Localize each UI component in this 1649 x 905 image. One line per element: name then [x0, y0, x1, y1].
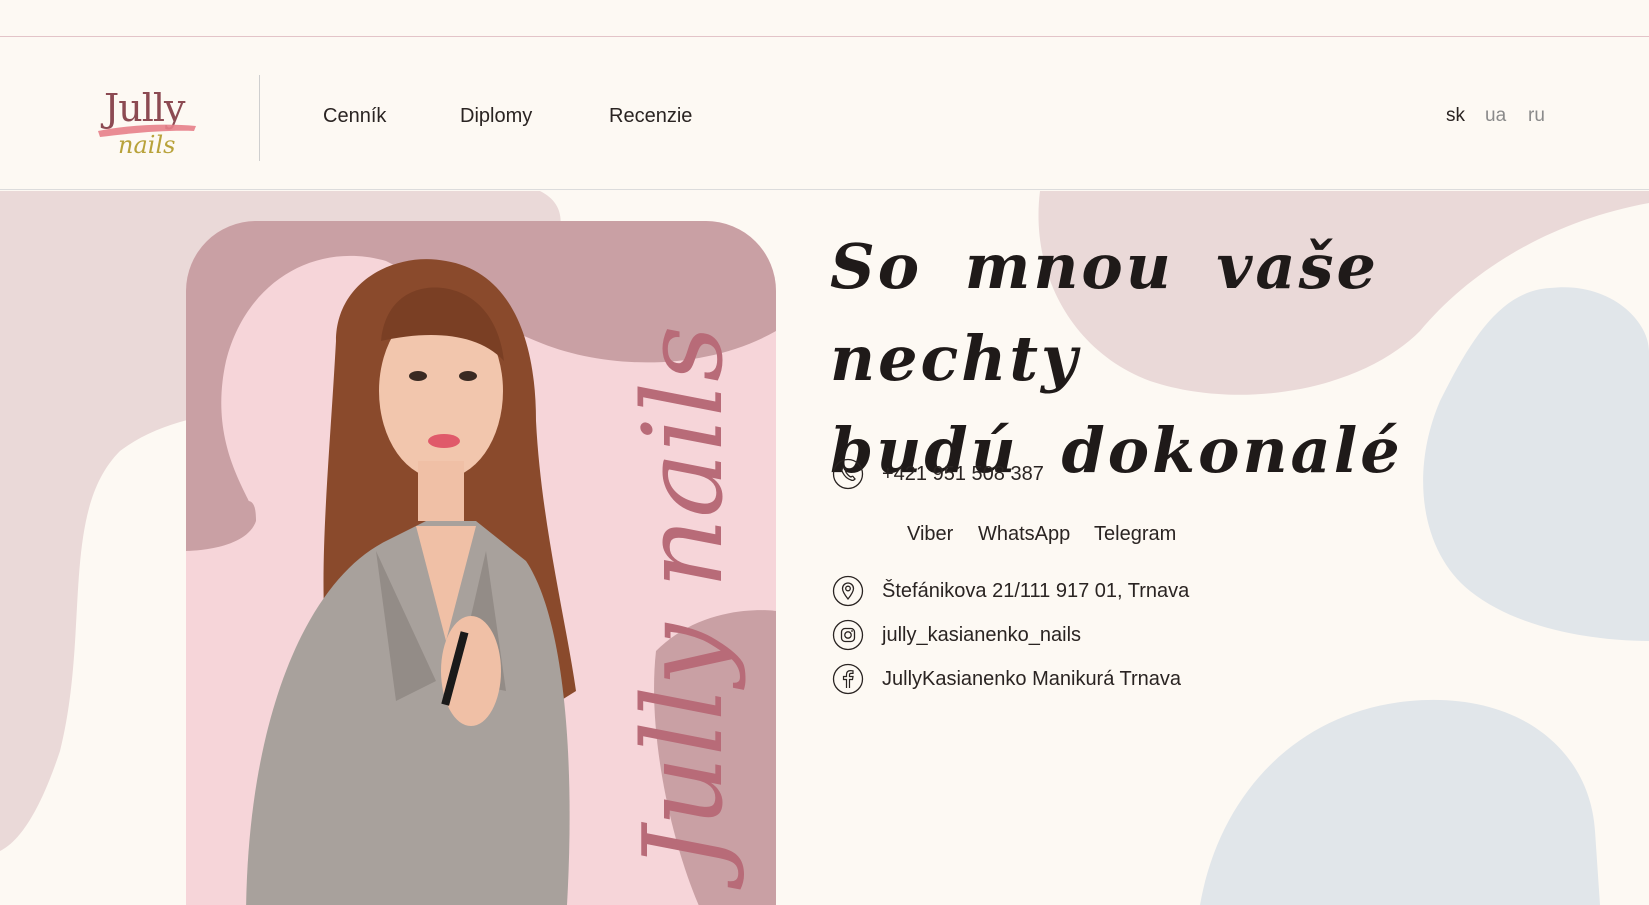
blob-bottom-blue — [1200, 699, 1600, 905]
lang-ru[interactable]: ru — [1528, 105, 1545, 127]
whatsapp-link[interactable]: WhatsApp — [978, 523, 1070, 546]
phone-row[interactable]: +421 951 508 387 — [832, 457, 1044, 491]
profile-photo-card: Jully nails — [186, 221, 776, 905]
nav-item-cennik[interactable]: Cenník — [323, 105, 386, 128]
location-pin-icon — [832, 575, 864, 607]
facebook-icon — [832, 663, 864, 695]
viber-link[interactable]: Viber — [907, 523, 953, 546]
top-bar — [0, 0, 1649, 37]
hero-headline: So mnou vaše nechty budú dokonalé — [830, 221, 1530, 497]
facebook-row[interactable]: JullyKasianenko Manikurá Trnava — [832, 662, 1181, 696]
instagram-row[interactable]: jully_kasianenko_nails — [832, 618, 1081, 652]
facebook-name: JullyKasianenko Manikurá Trnava — [882, 667, 1182, 690]
phone-number: +421 951 508 387 — [882, 462, 1044, 485]
logo-word: Jully — [100, 86, 186, 130]
address-row[interactable]: Štefánikova 21/111 917 01, Trnava — [832, 574, 1189, 608]
lang-ua[interactable]: ua — [1485, 105, 1506, 127]
nav-item-diplomy[interactable]: Diplomy — [460, 105, 532, 128]
nav-item-recenzie[interactable]: Recenzie — [609, 105, 692, 128]
instagram-handle: jully_kasianenko_nails — [882, 623, 1082, 646]
headline-line-1: So mnou vaše nechty — [830, 230, 1379, 395]
telegram-link[interactable]: Telegram — [1094, 523, 1176, 546]
lang-sk[interactable]: sk — [1446, 105, 1465, 127]
address-text: Štefánikova 21/111 917 01, Trnava — [882, 579, 1190, 602]
logo-sub: nails — [118, 131, 175, 159]
photo-script-caption: Jully nails — [619, 325, 747, 890]
site-header: Jully nails Cenník Diplomy Recenzie sk u… — [0, 37, 1649, 190]
profile-photo: Jully nails — [186, 221, 776, 905]
logo[interactable]: Jully nails — [96, 81, 206, 161]
phone-icon — [832, 458, 864, 490]
logo-divider — [259, 75, 260, 161]
instagram-icon — [832, 619, 864, 651]
hero-section: Jully nails So mnou vaše nechty budú dok… — [0, 191, 1649, 905]
